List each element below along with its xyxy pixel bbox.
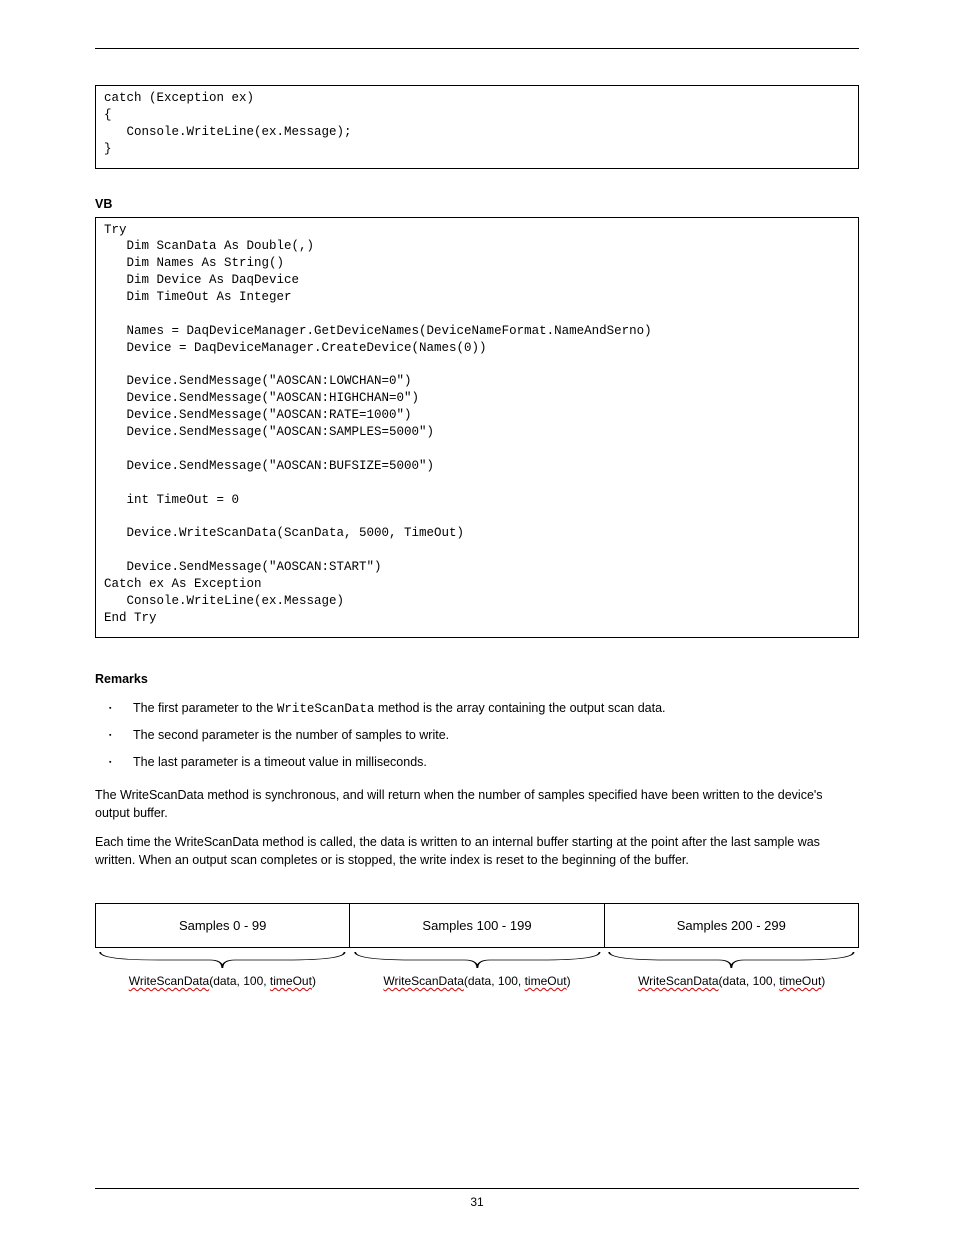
code-block-csharp-catch: catch (Exception ex) { Console.WriteLine… — [95, 85, 859, 169]
wavy-text: WriteScanData — [638, 974, 718, 988]
list-item: The last parameter is a timeout value in… — [121, 754, 859, 771]
bullet-text-pre: The first parameter to the — [133, 701, 277, 715]
list-item: The second parameter is the number of sa… — [121, 727, 859, 744]
wavy-text: WriteScanData — [383, 974, 463, 988]
remarks-heading: Remarks — [95, 672, 859, 686]
list-item: The first parameter to the WriteScanData… — [121, 700, 859, 718]
caption-text: ) — [567, 974, 571, 988]
caption-text: (data, 100, — [209, 974, 270, 988]
code-block-vb: Try Dim ScanData As Double(,) Dim Names … — [95, 217, 859, 638]
bullet-text-post: method is the array containing the outpu… — [374, 701, 665, 715]
vb-label: VB — [95, 197, 859, 211]
bottom-rule — [95, 1188, 859, 1189]
wavy-text: WriteScanData — [129, 974, 209, 988]
caption-text: (data, 100, — [719, 974, 780, 988]
diagram-caption: WriteScanData(data, 100, timeOut) — [604, 974, 859, 988]
inline-code: WriteScanData — [277, 702, 375, 716]
caption-row: WriteScanData(data, 100, timeOut) WriteS… — [95, 974, 859, 988]
wavy-text: timeOut — [525, 974, 567, 988]
diagram-box: Samples 0 - 99 — [96, 904, 350, 947]
caption-text: ) — [821, 974, 825, 988]
diagram-boxes-row: Samples 0 - 99 Samples 100 - 199 Samples… — [95, 903, 859, 948]
top-rule — [95, 48, 859, 49]
diagram-caption: WriteScanData(data, 100, timeOut) — [95, 974, 350, 988]
remarks-list: The first parameter to the WriteScanData… — [95, 700, 859, 772]
caption-text: (data, 100, — [464, 974, 525, 988]
brace-icon — [350, 950, 605, 972]
page-number: 31 — [95, 1195, 859, 1209]
diagram-box: Samples 200 - 299 — [605, 904, 858, 947]
wavy-text: timeOut — [270, 974, 312, 988]
diagram-caption: WriteScanData(data, 100, timeOut) — [350, 974, 605, 988]
buffer-diagram: Samples 0 - 99 Samples 100 - 199 Samples… — [95, 903, 859, 988]
paragraph: Each time the WriteScanData method is ca… — [95, 834, 859, 869]
wavy-text: timeOut — [779, 974, 821, 988]
paragraph: The WriteScanData method is synchronous,… — [95, 787, 859, 822]
brace-icon — [604, 950, 859, 972]
brace-icon — [95, 950, 350, 972]
brace-row — [95, 950, 859, 972]
diagram-box: Samples 100 - 199 — [350, 904, 604, 947]
caption-text: ) — [312, 974, 316, 988]
